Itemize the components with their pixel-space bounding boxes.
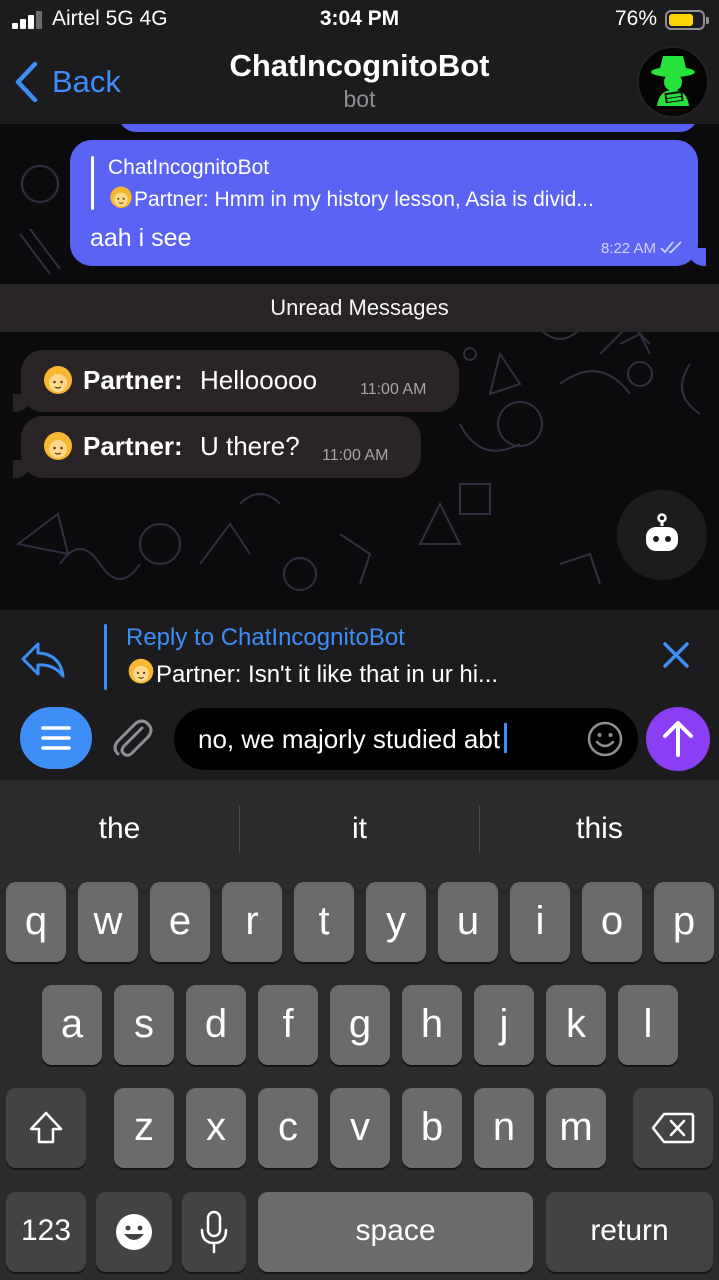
- keyboard: the it this q w e r t y u i o p a s d f …: [0, 780, 719, 1280]
- shift-arrow-icon: [29, 1111, 63, 1144]
- arrow-up-icon: [663, 721, 693, 757]
- key-y[interactable]: y: [366, 882, 426, 962]
- key-g[interactable]: g: [330, 985, 390, 1065]
- key-l[interactable]: l: [618, 985, 678, 1065]
- emoji-face-icon: [116, 1214, 152, 1250]
- key-t[interactable]: t: [294, 882, 354, 962]
- outgoing-message[interactable]: ChatIncognitoBot Partner: Hmm in my hist…: [70, 140, 706, 266]
- key-x[interactable]: x: [186, 1088, 246, 1168]
- message-sender: Partner:: [83, 431, 183, 461]
- double-check-icon: [660, 241, 682, 254]
- unread-messages-divider: Unread Messages: [0, 284, 719, 332]
- suggestion-2[interactable]: it: [240, 780, 479, 878]
- key-u[interactable]: u: [438, 882, 498, 962]
- bot-avatar[interactable]: [637, 46, 709, 118]
- incoming-message[interactable]: Partner: Hellooooo 11:00 AM: [13, 350, 459, 412]
- text-caret: [504, 723, 508, 753]
- message-time: 8:22 AM: [600, 240, 656, 257]
- reply-preview: Partner: Isn't it like that in ur hi...: [126, 657, 498, 689]
- incognito-logo-icon: [651, 56, 695, 106]
- menu-button[interactable]: [20, 707, 92, 769]
- dictation-key[interactable]: [182, 1192, 246, 1272]
- key-n[interactable]: n: [474, 1088, 534, 1168]
- backspace-icon: [651, 1112, 695, 1144]
- message-list[interactable]: ChatIncognitoBot Partner: Hmm in my hist…: [0, 124, 719, 610]
- suggestion-3[interactable]: this: [480, 780, 719, 878]
- menu-lines-icon: [41, 726, 71, 750]
- suggestion-bar: the it this: [0, 780, 719, 878]
- return-key[interactable]: return: [546, 1192, 713, 1272]
- reply-arrow-icon: [21, 642, 65, 678]
- message-text: Hellooooo: [200, 365, 318, 395]
- composer-panel: Reply to ChatIncognitoBot Partner: Isn't…: [0, 610, 719, 780]
- key-h[interactable]: h: [402, 985, 462, 1065]
- bot-commands-button[interactable]: [617, 490, 707, 580]
- chat-title[interactable]: ChatIncognitoBot: [0, 48, 719, 84]
- status-time: 3:04 PM: [319, 7, 400, 30]
- message-text: aah i see: [90, 224, 192, 252]
- emoji-keyboard-key[interactable]: [96, 1192, 172, 1272]
- message-text: U there?: [200, 431, 300, 461]
- key-i[interactable]: i: [510, 882, 570, 962]
- key-k[interactable]: k: [546, 985, 606, 1065]
- backspace-key[interactable]: [633, 1088, 713, 1168]
- person-emoji-icon: [44, 366, 72, 394]
- message-sender: Partner:: [83, 365, 183, 395]
- key-f[interactable]: f: [258, 985, 318, 1065]
- quote-bar: [91, 156, 94, 210]
- suggestion-1[interactable]: the: [0, 780, 239, 878]
- reply-title: Reply to ChatIncognitoBot: [126, 624, 405, 651]
- person-emoji-icon: [44, 432, 72, 460]
- reply-quote-bar: [104, 624, 107, 690]
- space-key[interactable]: space: [258, 1192, 533, 1272]
- quoted-sender: ChatIncognitoBot: [108, 156, 270, 179]
- key-z[interactable]: z: [114, 1088, 174, 1168]
- key-e[interactable]: e: [150, 882, 210, 962]
- key-r[interactable]: r: [222, 882, 282, 962]
- message-input[interactable]: no, we majorly studied abt: [174, 708, 638, 770]
- chat-header: Back ChatIncognitoBot bot: [0, 40, 719, 124]
- microphone-icon: [200, 1210, 228, 1254]
- person-emoji-icon: [128, 658, 154, 684]
- status-bar: Airtel 5G 4G 3:04 PM 76%: [0, 0, 719, 40]
- key-b[interactable]: b: [402, 1088, 462, 1168]
- shift-key[interactable]: [6, 1088, 86, 1168]
- previous-message-bubble: [118, 124, 698, 132]
- quoted-text-content: Partner: Hmm in my history lesson, Asia …: [134, 188, 594, 211]
- message-input-value: no, we majorly studied abt: [198, 724, 501, 754]
- incoming-message[interactable]: Partner: U there? 11:00 AM: [13, 416, 421, 478]
- key-q[interactable]: q: [6, 882, 66, 962]
- send-button[interactable]: [646, 707, 710, 771]
- emoji-icon[interactable]: [586, 720, 624, 758]
- close-reply-icon[interactable]: [661, 640, 691, 670]
- chat-subtitle: bot: [343, 86, 376, 112]
- reply-preview-text: Partner: Isn't it like that in ur hi...: [156, 661, 499, 688]
- battery-icon: [665, 10, 709, 30]
- person-emoji-icon: [110, 186, 132, 208]
- key-j[interactable]: j: [474, 985, 534, 1065]
- numbers-key[interactable]: 123: [6, 1192, 86, 1272]
- key-a[interactable]: a: [42, 985, 102, 1065]
- key-m[interactable]: m: [546, 1088, 606, 1168]
- message-time: 11:00 AM: [360, 381, 427, 398]
- key-o[interactable]: o: [582, 882, 642, 962]
- key-v[interactable]: v: [330, 1088, 390, 1168]
- quoted-text: Partner: Hmm in my history lesson, Asia …: [108, 185, 594, 212]
- robot-icon: [646, 513, 678, 551]
- key-p[interactable]: p: [654, 882, 714, 962]
- message-time: 11:00 AM: [322, 447, 389, 464]
- key-w[interactable]: w: [78, 882, 138, 962]
- key-s[interactable]: s: [114, 985, 174, 1065]
- battery-percent: 76%: [614, 7, 657, 30]
- paperclip-icon[interactable]: [108, 714, 156, 762]
- key-c[interactable]: c: [258, 1088, 318, 1168]
- key-d[interactable]: d: [186, 985, 246, 1065]
